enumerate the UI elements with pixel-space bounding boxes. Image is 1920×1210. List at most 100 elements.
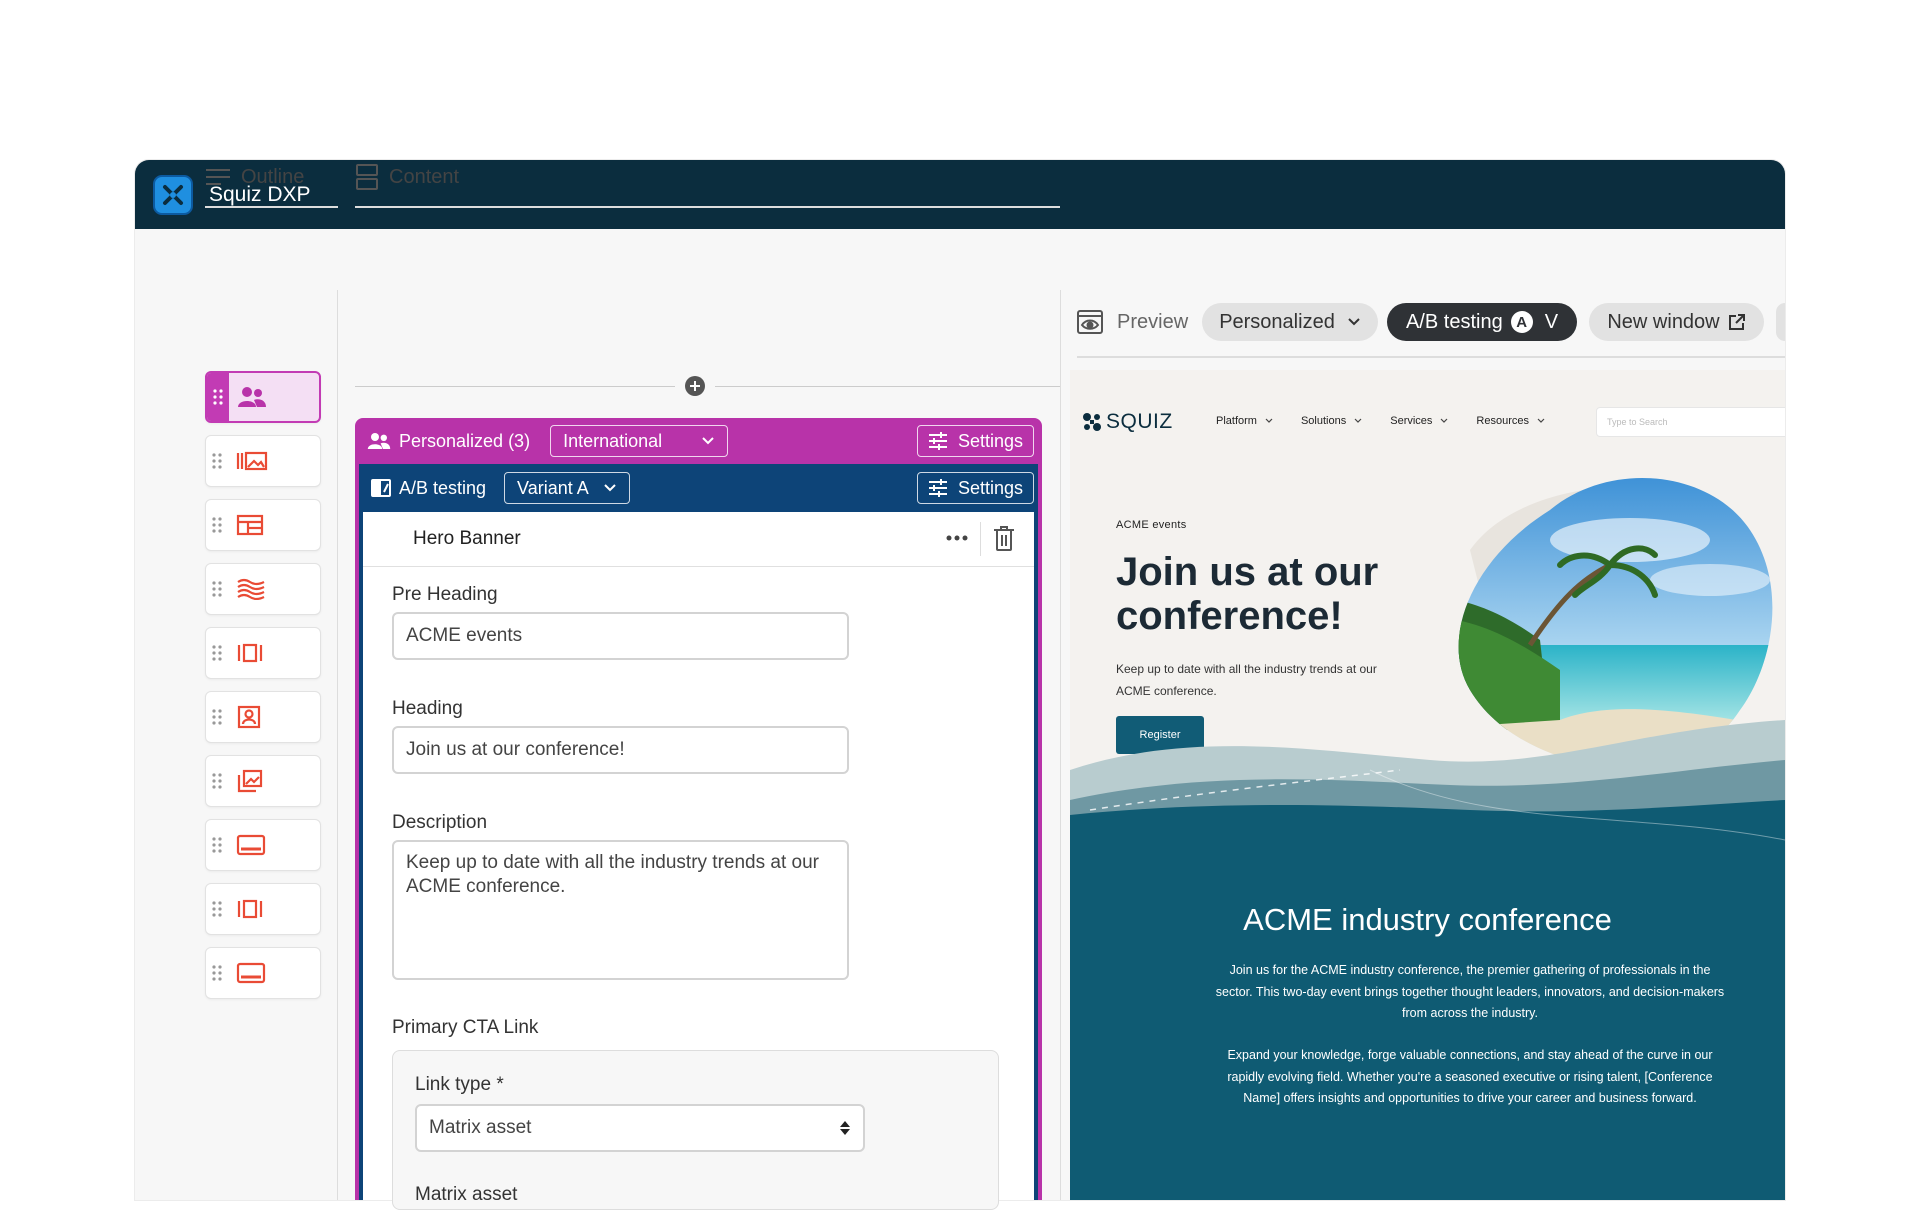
cta-label: Primary CTA Link — [392, 1017, 539, 1038]
outline-item-layout[interactable] — [205, 499, 321, 551]
drag-handle-icon[interactable] — [206, 629, 228, 677]
personalization-people-icon — [237, 386, 267, 408]
site-section-para-1: Join us for the ACME industry conference… — [1215, 963, 1725, 1020]
heading-label: Heading — [392, 698, 463, 719]
site-preview: SQUIZ Platform Solutions Services Resour… — [1070, 370, 1785, 1200]
columns-icon — [236, 642, 264, 664]
add-component-icon[interactable] — [685, 376, 705, 396]
preview-ab-button[interactable]: A/B testing A V — [1387, 303, 1577, 341]
segment-select[interactable]: International — [550, 425, 729, 457]
sliders-icon — [928, 479, 948, 497]
site-section-para-2: Expand your knowledge, forge valuable co… — [1227, 1048, 1713, 1105]
component-title: Hero Banner — [413, 528, 521, 549]
content-layout-icon — [355, 163, 379, 191]
add-component-row — [355, 376, 1060, 396]
outline-item-banner-2[interactable] — [205, 947, 321, 999]
preview-header: Preview — [1077, 303, 1188, 341]
columns-icon — [236, 898, 264, 920]
site-nav-solutions[interactable]: Solutions — [1301, 415, 1362, 427]
outline-item-wave-banner[interactable] — [205, 563, 321, 615]
more-options-icon[interactable] — [945, 526, 969, 555]
site-logo[interactable]: SQUIZ — [1082, 410, 1173, 434]
preview-overflow-button[interactable] — [1776, 303, 1785, 341]
image-gallery-icon — [236, 769, 264, 793]
site-heading: Join us at our conference! — [1116, 550, 1379, 638]
outline-item-columns-2[interactable] — [205, 883, 321, 935]
new-window-button[interactable]: New window — [1589, 303, 1764, 341]
select-arrows-icon — [839, 1120, 851, 1136]
banner-icon — [236, 834, 266, 856]
preview-personalized-button[interactable]: Personalized — [1202, 303, 1378, 341]
ab-split-icon — [371, 478, 391, 498]
site-nav-services[interactable]: Services — [1390, 415, 1448, 427]
nav-label: Solutions — [1300, 415, 1347, 427]
heading-input[interactable]: Join us at our conference! — [392, 726, 849, 774]
preview-ab-label: A/B testing — [1405, 310, 1503, 333]
outline-item-personalized[interactable] — [205, 371, 321, 423]
site-conference-section: ACME industry conference Join us for the… — [1070, 860, 1785, 1200]
site-nav-platform[interactable]: Platform — [1216, 415, 1273, 427]
drag-handle-icon[interactable] — [206, 693, 228, 741]
drag-handle-icon[interactable] — [206, 501, 228, 549]
variant-select[interactable]: Variant A — [504, 472, 631, 504]
personalized-label: Personalized (3) — [399, 430, 531, 451]
site-pre-heading: ACME events — [1116, 519, 1187, 531]
site-nav-resources[interactable]: Resources — [1476, 415, 1545, 427]
outline-menu-icon — [205, 167, 231, 187]
outline-item-banner[interactable] — [205, 819, 321, 871]
drag-handle-icon[interactable] — [206, 821, 228, 869]
description-textarea[interactable]: Keep up to date with all the industry tr… — [392, 840, 849, 980]
preview-eye-icon — [1077, 310, 1103, 334]
outline-title: Outline — [241, 165, 305, 188]
preview-title: Preview — [1117, 310, 1189, 333]
description-value: Keep up to date with all the industry tr… — [406, 852, 819, 897]
external-link-icon — [1728, 313, 1746, 331]
outline-item-image-gallery[interactable] — [205, 755, 321, 807]
chevron-down-icon — [1354, 418, 1362, 424]
nav-label: Services — [1390, 415, 1433, 427]
ab-testing-bar: A/B testing Variant A Settings — [359, 464, 1038, 512]
chevron-down-icon — [1347, 317, 1361, 327]
outline-item-columns[interactable] — [205, 627, 321, 679]
outline-item-image-carousel[interactable] — [205, 435, 321, 487]
outline-list — [205, 371, 321, 1011]
ab-variant-badge: A — [1510, 311, 1533, 333]
banner-icon — [236, 962, 266, 984]
drag-handle-icon[interactable] — [206, 437, 228, 485]
preview-personalized-label: Personalized — [1219, 310, 1335, 333]
site-search-input[interactable]: Type to Search — [1596, 407, 1785, 437]
personalized-settings-button[interactable]: Settings — [916, 425, 1034, 457]
drag-handle-icon[interactable] — [206, 565, 228, 613]
chevron-down-icon — [603, 483, 617, 493]
ab-settings-button[interactable]: Settings — [916, 472, 1034, 504]
content-header: Content — [355, 148, 1060, 208]
cta-group: Link type * Matrix asset Matrix asset — [392, 1050, 999, 1210]
drag-handle-icon[interactable] — [206, 885, 228, 933]
outline-header: Outline — [205, 148, 338, 208]
new-window-label: New window — [1607, 310, 1720, 333]
drag-handle-icon[interactable] — [206, 949, 228, 997]
content-divider — [1060, 290, 1061, 1200]
chevron-down-icon — [1537, 418, 1545, 424]
pre-heading-input[interactable]: ACME events — [392, 612, 849, 660]
segment-value: International — [563, 430, 663, 451]
trash-icon[interactable] — [993, 526, 1015, 557]
variant-value: Variant A — [517, 477, 589, 498]
ab-label: A/B testing — [399, 477, 487, 498]
ab-variant-letter: V — [1544, 310, 1559, 333]
chevron-down-icon — [701, 436, 715, 446]
site-section-title: ACME industry conference — [1243, 902, 1612, 937]
profile-card-icon — [236, 705, 262, 729]
outline-item-profile-card[interactable] — [205, 691, 321, 743]
pre-heading-label: Pre Heading — [392, 584, 498, 605]
site-logo-text: SQUIZ — [1106, 410, 1173, 433]
link-type-label: Link type * — [415, 1074, 504, 1095]
drag-handle-icon[interactable] — [207, 373, 229, 421]
drag-handle-icon[interactable] — [206, 757, 228, 805]
squiz-logo-icon[interactable] — [153, 174, 193, 215]
chevron-down-icon — [1440, 418, 1448, 424]
personalized-bar: Personalized (3) International Settings — [355, 418, 1042, 464]
link-type-select[interactable]: Matrix asset — [415, 1104, 865, 1152]
nav-label: Platform — [1216, 415, 1257, 427]
matrix-asset-label: Matrix asset — [415, 1184, 518, 1205]
